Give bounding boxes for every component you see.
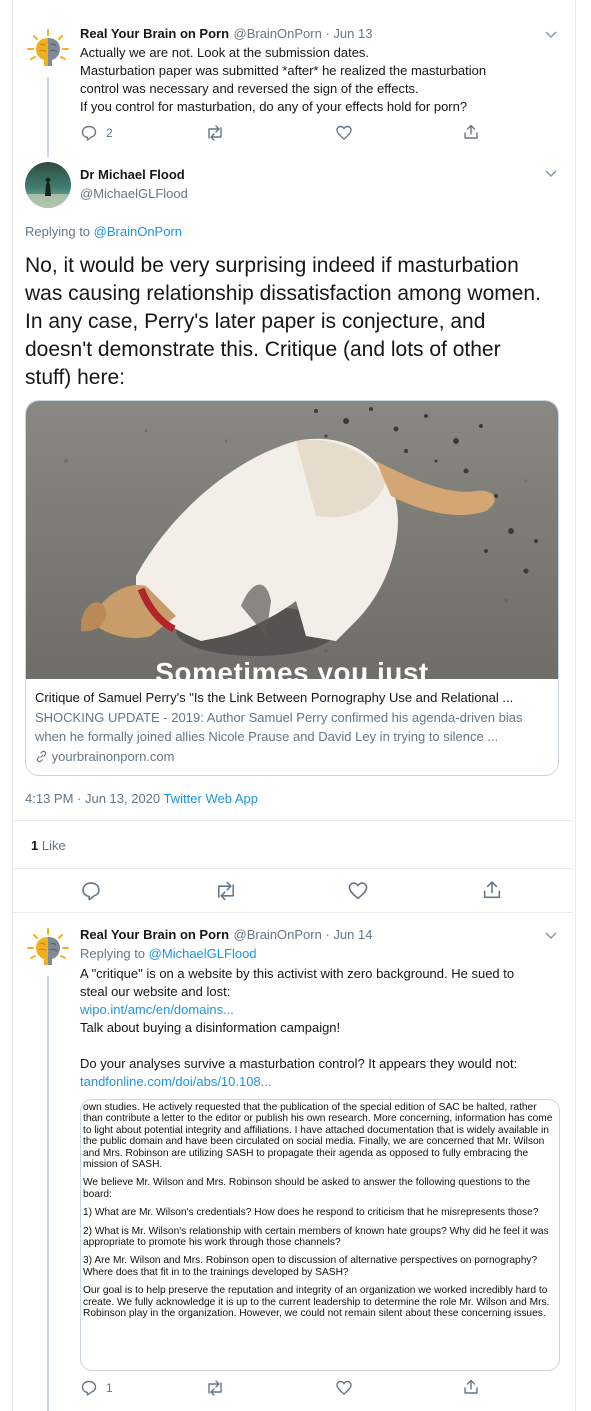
thread-line [47, 77, 49, 157]
reply-button[interactable]: 2 [80, 124, 113, 142]
avatar-brainonporn[interactable] [25, 27, 71, 73]
tweet-text-line: was causing relationship dissatisfaction… [25, 282, 541, 305]
image-caption: Sometimes you just [155, 657, 429, 688]
reply-button[interactable]: 1 [80, 1379, 113, 1397]
chevron-down-icon[interactable] [544, 166, 558, 180]
chevron-down-icon[interactable] [544, 27, 558, 41]
tweet-text-line: Masturbation paper was submitted *after*… [80, 63, 487, 78]
like-icon[interactable] [347, 880, 369, 902]
display-name[interactable]: Real Your Brain on Porn [80, 927, 229, 942]
likes-count: 1 [31, 838, 39, 853]
avatar-michaelglflood[interactable] [25, 162, 71, 208]
card-description-2: when he formally joined allies Nicole Pr… [35, 729, 499, 744]
source-link[interactable]: Twitter Web App [164, 791, 258, 806]
retweet-icon[interactable] [214, 880, 238, 902]
tweet-text-line: doesn't demonstrate this. Critique (and … [25, 338, 501, 361]
tweet-text-line: Talk about buying a disinformation campa… [80, 1020, 341, 1035]
timestamp[interactable]: 4:13 PM · Jun 13, 2020 [25, 791, 160, 806]
card-image: Sometimes you just [26, 401, 558, 688]
divider [13, 820, 573, 821]
tweet1-text: Actually we are not. Look at the submiss… [80, 44, 486, 116]
document-paragraph: We believe Mr. Wilson and Mrs. Robinson … [83, 1177, 531, 1200]
card-domain-text: yourbrainonporn.com [51, 749, 175, 764]
tweet-link[interactable]: tandfonline.com/doi/abs/10.108... [80, 1073, 517, 1091]
tweet1-header: Real Your Brain on Porn @BrainOnPorn · J… [80, 25, 372, 43]
retweet-icon[interactable] [205, 124, 225, 142]
reply-icon [81, 125, 97, 141]
tweet-text-line: control was necessary and reversed the s… [80, 81, 419, 96]
main-tweet-text: No, it would be very surprising indeed i… [25, 252, 541, 392]
link-icon [36, 750, 47, 763]
replying-to: Replying to @BrainOnPorn [25, 224, 182, 239]
divider [13, 868, 573, 869]
display-name[interactable]: Dr Michael Flood [80, 167, 185, 182]
document-paragraph: Our goal is to help preserve the reputat… [83, 1285, 550, 1320]
tweet-text-line: In any case, Perry's later paper is conj… [25, 310, 486, 333]
chevron-down-icon[interactable] [544, 928, 558, 942]
card-title: Critique of Samuel Perry's "Is the Link … [35, 690, 514, 705]
share-icon[interactable] [462, 123, 480, 141]
tweet-text-line: A "critique" is on a website by this act… [80, 966, 515, 981]
reply-count: 1 [106, 1381, 113, 1395]
document-paragraph: 1) What are Mr. Wilson's credentials? Ho… [83, 1207, 539, 1219]
retweet-icon[interactable] [205, 1379, 225, 1397]
avatar-brainonporn[interactable] [25, 926, 71, 972]
brain-logo-icon [27, 928, 69, 965]
tweet-text-line: steal our website and lost: [80, 984, 231, 999]
display-name[interactable]: Real Your Brain on Porn [80, 26, 229, 41]
handle-date[interactable]: @BrainOnPorn · Jun 13 [234, 26, 373, 41]
card-description: SHOCKING UPDATE - 2019: Author Samuel Pe… [35, 710, 523, 725]
reply-icon [81, 1380, 97, 1396]
card-domain: yourbrainonporn.com [35, 747, 550, 766]
replying-to-label: Replying to [25, 224, 91, 239]
document-text: own studies. He actively requested that … [83, 1102, 555, 1327]
tweet-timestamp: 4:13 PM · Jun 13, 2020 Twitter Web App [25, 791, 258, 806]
tweet-text-line: Actually we are not. Look at the submiss… [80, 45, 370, 60]
like-icon[interactable] [335, 124, 353, 142]
link-card[interactable]: Sometimes you just Critique of Samuel Pe… [25, 400, 559, 776]
profile-photo [25, 162, 71, 208]
document-paragraph: 2) What is Mr. Wilson's relationship wit… [83, 1225, 549, 1249]
tweet-text-line: stuff) here: [25, 366, 125, 389]
replying-to-label: Replying to [80, 946, 146, 961]
replying-to-link[interactable]: @BrainOnPorn [94, 224, 182, 239]
replying-to-link[interactable]: @MichaelGLFlood [149, 946, 257, 961]
tweet3-text: A "critique" is on a website by this act… [80, 965, 517, 1091]
document-paragraph: own studies. He actively requested that … [83, 1102, 553, 1171]
document-paragraph: 3) Are Mr. Wilson and Mrs. Robinson open… [83, 1255, 538, 1278]
tweet-text-line: Do your analyses survive a masturbation … [80, 1056, 518, 1071]
replying-to: Replying to @MichaelGLFlood [80, 946, 257, 961]
reply-icon[interactable] [80, 880, 102, 902]
brain-logo-icon [27, 29, 69, 66]
tweet-link[interactable]: wipo.int/amc/en/domains... [80, 1001, 517, 1019]
reply-count: 2 [106, 126, 113, 140]
handle-date[interactable]: @BrainOnPorn · Jun 14 [234, 927, 373, 942]
share-icon[interactable] [462, 1378, 480, 1396]
tweet-text-line: No, it would be very surprising indeed i… [25, 254, 519, 277]
tweet3-header: Real Your Brain on Porn @BrainOnPorn · J… [80, 926, 372, 944]
like-icon[interactable] [335, 1379, 353, 1397]
handle[interactable]: @MichaelGLFlood [80, 186, 188, 201]
likes-label: Like [41, 838, 66, 853]
attached-document-image[interactable]: own studies. He actively requested that … [80, 1099, 560, 1371]
likes-stat[interactable]: 1 Like [31, 838, 66, 853]
share-icon[interactable] [481, 879, 503, 901]
divider [13, 912, 573, 913]
tweet-text-line: If you control for masturbation, do any … [80, 99, 468, 114]
thread-line [47, 976, 49, 1411]
dog-digging-image [26, 401, 558, 679]
